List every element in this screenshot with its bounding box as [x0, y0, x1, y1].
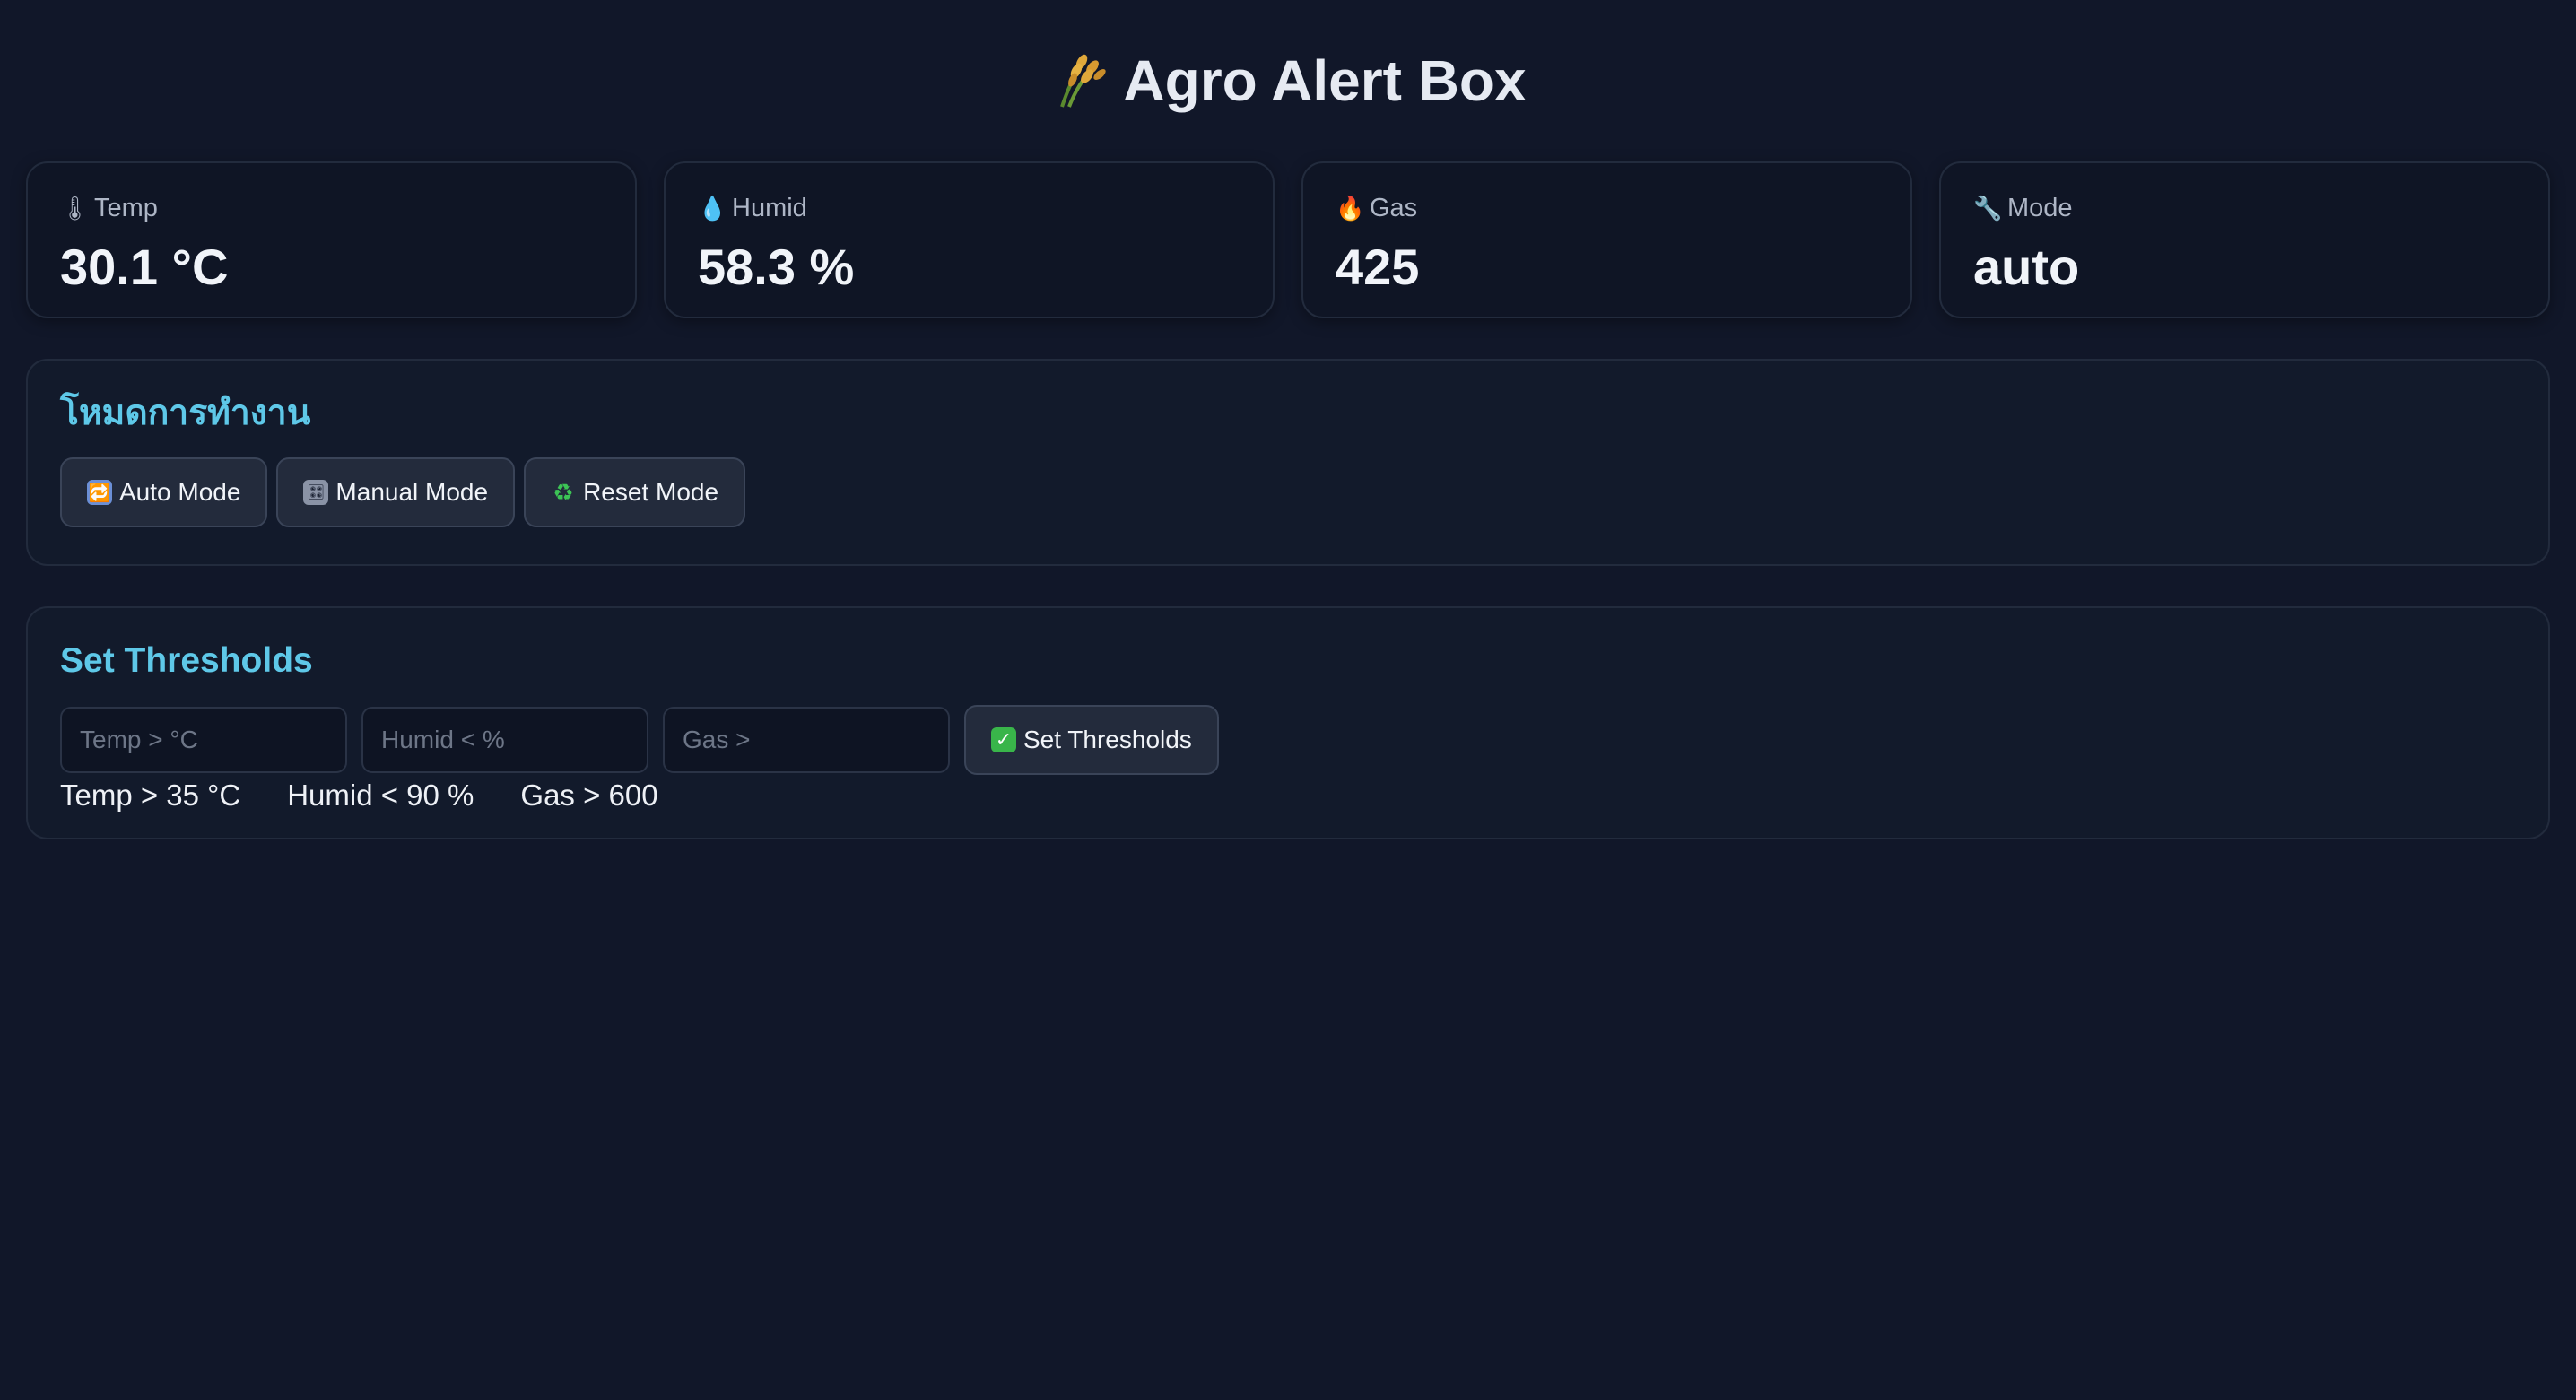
mode-panel-title: โหมดการทำงาน: [60, 394, 311, 432]
current-thresholds: Temp > 35 °C Humid < 90 % Gas > 600: [60, 778, 2516, 813]
card-label: Mode: [2007, 193, 2073, 222]
mode-value: auto: [1973, 239, 2080, 295]
humid-threshold-input[interactable]: [361, 707, 648, 773]
gas-card: 🔥 Gas 425: [1301, 161, 1912, 318]
mode-card: 🔧 Mode auto: [1939, 161, 2550, 318]
humid-card: 💧 Humid 58.3 %: [664, 161, 1275, 318]
threshold-panel-title: Set Thresholds: [60, 641, 313, 680]
droplet-icon: 💧: [698, 195, 727, 222]
repeat-icon: 🔁: [87, 480, 112, 505]
auto-mode-button[interactable]: 🔁 Auto Mode: [60, 457, 268, 527]
rice-sheaf-icon: [1049, 51, 1109, 110]
page-title: Agro Alert Box: [1123, 48, 1527, 113]
humid-value: 58.3 %: [698, 239, 855, 295]
gas-value: 425: [1336, 239, 1420, 295]
sensor-cards: 🌡 Temp 30.1 °C 💧 Humid 58.3 % 🔥 Gas 425 …: [26, 161, 2550, 318]
temp-threshold-text: Temp > 35 °C: [60, 778, 241, 812]
thermometer-icon: 🌡: [60, 195, 91, 222]
mode-buttons: 🔁 Auto Mode 🎛 Manual Mode ♻ Reset Mode: [60, 457, 2516, 527]
button-label: Set Thresholds: [1023, 726, 1192, 753]
button-label: Reset Mode: [583, 478, 719, 506]
card-label: Humid: [732, 193, 807, 222]
gas-threshold-text: Gas > 600: [520, 778, 658, 812]
button-label: Auto Mode: [119, 478, 241, 506]
page-header: Agro Alert Box: [26, 0, 2550, 161]
card-label: Temp: [94, 193, 158, 222]
set-thresholds-button[interactable]: ✓ Set Thresholds: [964, 705, 1219, 775]
dashboard-page: Agro Alert Box 🌡 Temp 30.1 °C 💧 Humid 58…: [0, 0, 2576, 1400]
temp-threshold-input[interactable]: [60, 707, 347, 773]
temp-value: 30.1 °C: [60, 239, 229, 295]
threshold-inputs: ✓ Set Thresholds: [60, 705, 2516, 775]
manual-mode-button[interactable]: 🎛 Manual Mode: [276, 457, 516, 527]
gas-threshold-input[interactable]: [663, 707, 950, 773]
mode-panel: โหมดการทำงาน 🔁 Auto Mode 🎛 Manual Mode ♻…: [26, 359, 2550, 566]
control-knobs-icon: 🎛: [303, 480, 329, 505]
temp-card: 🌡 Temp 30.1 °C: [26, 161, 637, 318]
fire-icon: 🔥: [1336, 195, 1365, 222]
reset-mode-button[interactable]: ♻ Reset Mode: [524, 457, 746, 527]
card-label: Gas: [1370, 193, 1418, 222]
wrench-icon: 🔧: [1973, 195, 2003, 222]
threshold-panel: Set Thresholds ✓ Set Thresholds Temp > 3…: [26, 606, 2550, 839]
humid-threshold-text: Humid < 90 %: [287, 778, 474, 812]
check-mark-icon: ✓: [991, 727, 1016, 752]
recycle-icon: ♻: [553, 478, 574, 506]
button-label: Manual Mode: [335, 478, 489, 506]
